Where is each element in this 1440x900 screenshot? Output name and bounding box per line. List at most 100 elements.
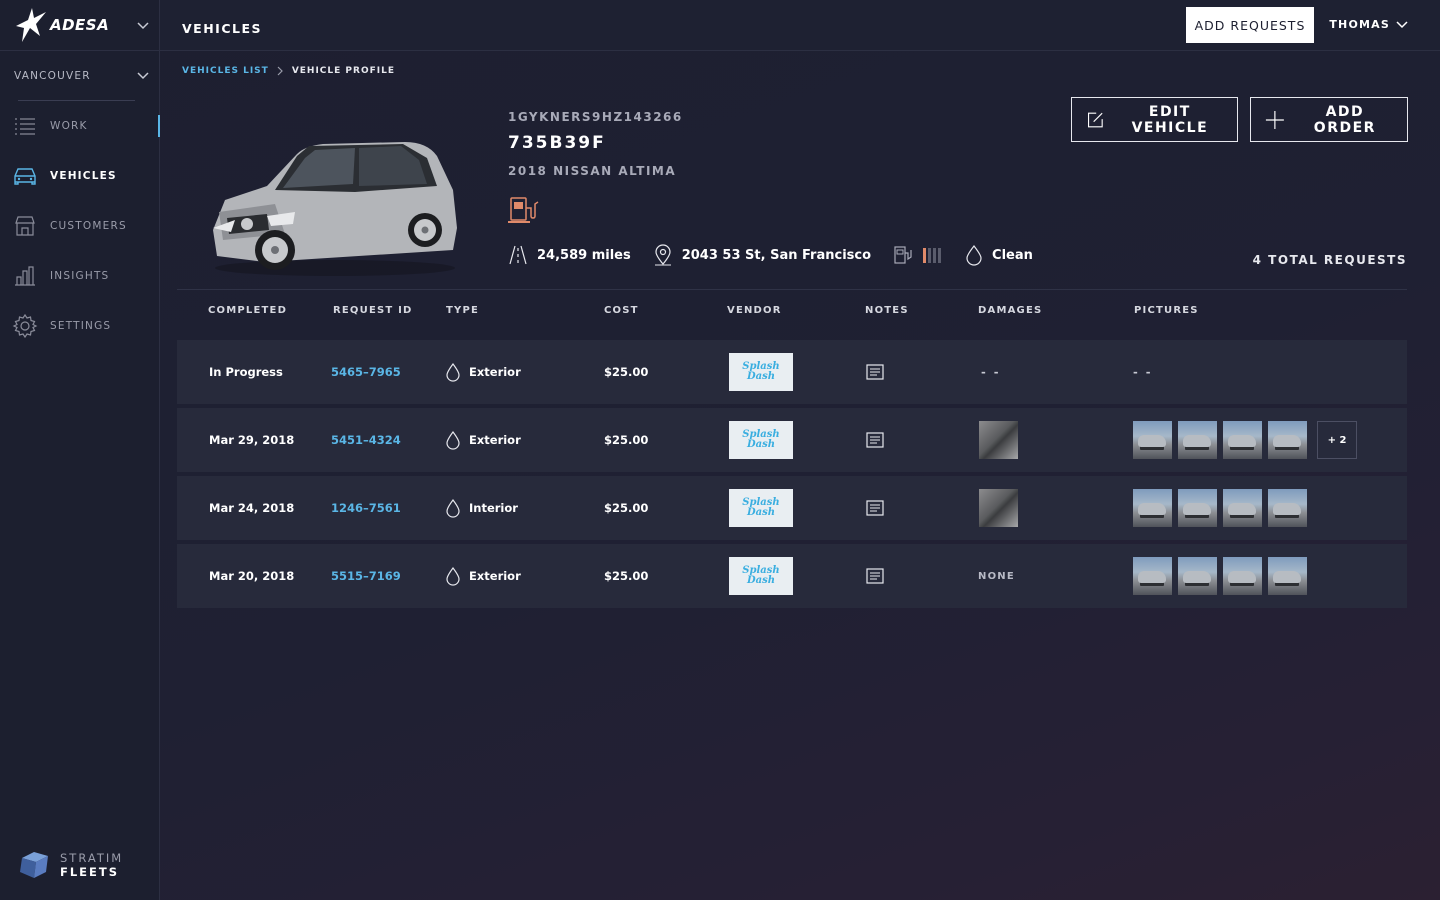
- location-pin-icon: [654, 244, 671, 266]
- location-selector[interactable]: VANCOUVER: [0, 51, 159, 101]
- column-header[interactable]: REQUEST ID: [333, 305, 413, 316]
- damage-thumbnail[interactable]: [979, 489, 1018, 527]
- breadcrumb-vehicles-list[interactable]: VEHICLES LIST: [182, 66, 269, 76]
- mileage-stat: 24,589 miles: [508, 245, 631, 265]
- cost-cell: $25.00: [604, 569, 649, 583]
- eagle-logo-icon: [16, 8, 46, 42]
- completed-cell: In Progress: [209, 365, 283, 379]
- add-requests-button[interactable]: ADD REQUESTS: [1186, 7, 1314, 43]
- type-cell: Interior: [445, 476, 518, 540]
- completed-cell: Mar 29, 2018: [209, 433, 295, 447]
- edit-vehicle-button[interactable]: EDIT VEHICLE: [1071, 97, 1238, 142]
- chevron-down-icon[interactable]: [137, 22, 149, 30]
- column-header[interactable]: COST: [604, 305, 639, 316]
- footer-brand-bottom: FLEETS: [60, 865, 120, 879]
- cleanliness-value: Clean: [992, 247, 1033, 263]
- completed-cell: Mar 20, 2018: [209, 569, 295, 583]
- column-header[interactable]: VENDOR: [727, 305, 782, 316]
- notes-icon[interactable]: [866, 340, 884, 404]
- water-drop-icon: [966, 245, 982, 266]
- picture-thumbnail[interactable]: [1178, 489, 1217, 527]
- sidebar-item-vehicles[interactable]: VEHICLES: [0, 151, 160, 201]
- location-label: VANCOUVER: [14, 70, 91, 82]
- picture-thumbnail[interactable]: [1133, 421, 1172, 459]
- cost-cell: $25.00: [604, 433, 649, 447]
- picture-thumbnail[interactable]: [1223, 557, 1262, 595]
- sidebar-item-label: CUSTOMERS: [50, 220, 127, 232]
- picture-thumbnail[interactable]: [1133, 557, 1172, 595]
- type-label: Exterior: [469, 433, 521, 447]
- pictures-cell: + 2: [1133, 408, 1357, 472]
- pictures-cell: [1133, 476, 1313, 540]
- total-requests-count: 4 TOTAL REQUESTS: [1252, 253, 1407, 267]
- notes-icon[interactable]: [866, 476, 884, 540]
- sidebar-item-work[interactable]: WORK: [0, 101, 160, 151]
- more-pictures-button[interactable]: + 2: [1317, 421, 1357, 459]
- chevron-down-icon: [1396, 20, 1408, 28]
- add-order-label: ADD ORDER: [1313, 103, 1376, 136]
- picture-thumbnail[interactable]: [1178, 557, 1217, 595]
- bar-chart-icon: [12, 263, 38, 289]
- fuel-level-stat: [893, 245, 943, 265]
- gear-icon: [12, 313, 38, 339]
- sidebar-item-settings[interactable]: SETTINGS: [0, 301, 160, 351]
- breadcrumb-current: VEHICLE PROFILE: [291, 66, 395, 76]
- fuel-pump-icon: [508, 197, 539, 223]
- vehicle-stats: 24,589 miles 2043 53 St, San Francisco C…: [508, 244, 1055, 266]
- fuel-level-segment: [938, 247, 942, 263]
- picture-thumbnail[interactable]: [1178, 421, 1217, 459]
- table-row[interactable]: In Progress 5465–7965 Exterior $25.00 Sp…: [177, 340, 1407, 404]
- mileage-value: 24,589 miles: [537, 247, 631, 263]
- damage-thumbnail[interactable]: [979, 421, 1018, 459]
- water-drop-icon: [446, 498, 460, 518]
- chevron-down-icon: [137, 72, 149, 80]
- picture-thumbnail[interactable]: [1223, 421, 1262, 459]
- user-menu[interactable]: THOMAS: [1329, 18, 1408, 31]
- request-id-link[interactable]: 1246–7561: [331, 476, 401, 540]
- damages-none: NONE: [978, 570, 1015, 582]
- picture-thumbnail[interactable]: [1133, 489, 1172, 527]
- column-header[interactable]: NOTES: [865, 305, 909, 316]
- column-header[interactable]: PICTURES: [1134, 305, 1199, 316]
- vendor-logo: Splash Dash: [729, 557, 793, 595]
- page-title: VEHICLES: [182, 21, 263, 36]
- fuel-level-bars: [923, 247, 943, 263]
- column-header[interactable]: TYPE: [446, 305, 479, 316]
- pictures-cell: [1133, 544, 1313, 608]
- table-header: COMPLETED REQUEST ID TYPE COST VENDOR NO…: [177, 305, 1407, 321]
- footer-brand-top: STRATIM: [60, 851, 124, 865]
- location-value: 2043 53 St, San Francisco: [681, 247, 872, 263]
- sidebar-item-insights[interactable]: INSIGHTS: [0, 251, 160, 301]
- column-header[interactable]: DAMAGES: [978, 305, 1042, 316]
- divider: [177, 289, 1407, 290]
- request-id-link[interactable]: 5465–7965: [331, 340, 401, 404]
- picture-thumbnail[interactable]: [1268, 557, 1307, 595]
- vehicle-photo: [213, 142, 457, 276]
- notes-icon[interactable]: [866, 544, 884, 608]
- sidebar-item-label: WORK: [50, 120, 88, 132]
- picture-thumbnail[interactable]: [1268, 489, 1307, 527]
- column-header[interactable]: COMPLETED: [208, 305, 287, 316]
- vendor-cell[interactable]: Splash Dash: [729, 476, 793, 540]
- vendor-cell[interactable]: Splash Dash: [729, 544, 793, 608]
- table-row[interactable]: Mar 29, 2018 5451–4324 Exterior $25.00 S…: [177, 408, 1407, 472]
- vendor-logo: Splash Dash: [729, 421, 793, 459]
- table-row[interactable]: Mar 24, 2018 1246–7561 Interior $25.00 S…: [177, 476, 1407, 540]
- picture-thumbnail[interactable]: [1268, 421, 1307, 459]
- add-order-button[interactable]: ADD ORDER: [1250, 97, 1408, 142]
- vendor-cell[interactable]: Splash Dash: [729, 408, 793, 472]
- pictures-empty: - -: [1133, 365, 1153, 379]
- sidebar-nav: WORK VEHICLES CUSTOMERS INSIGHTS SETTING…: [0, 101, 160, 351]
- sidebar-item-customers[interactable]: CUSTOMERS: [0, 201, 160, 251]
- picture-thumbnail[interactable]: [1223, 489, 1262, 527]
- vehicle-vin: 1GYKNERS9HZ143266: [508, 110, 683, 124]
- request-id-link[interactable]: 5451–4324: [331, 408, 401, 472]
- vendor-cell[interactable]: Splash Dash: [729, 340, 793, 404]
- damages-cell: [979, 476, 1018, 540]
- table-row[interactable]: Mar 20, 2018 5515–7169 Exterior $25.00 S…: [177, 544, 1407, 608]
- brand-row[interactable]: ADESA: [0, 0, 159, 51]
- request-id-link[interactable]: 5515–7169: [331, 544, 401, 608]
- fuel-level-segment: [923, 247, 927, 263]
- edit-icon: [1087, 112, 1103, 127]
- notes-icon[interactable]: [866, 408, 884, 472]
